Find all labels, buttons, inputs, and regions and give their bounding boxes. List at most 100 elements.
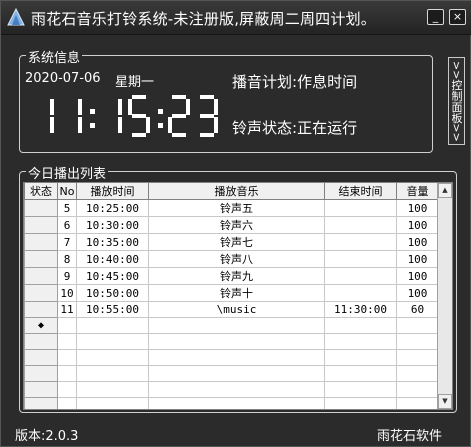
cell-end-time xyxy=(324,365,397,382)
table-row[interactable] xyxy=(24,397,439,409)
table-row[interactable]: 9 10:45:00 铃声九 100 xyxy=(24,267,439,285)
clock-segment xyxy=(214,117,218,133)
control-panel-button[interactable]: >>控制面板>> xyxy=(448,57,465,145)
col-header-no[interactable]: No xyxy=(57,183,77,200)
system-info-group: 系统信息 2020-07-06 星期一 播音计划:作息时间 铃声状态:正在运行 xyxy=(19,47,433,153)
cell-volume xyxy=(396,365,439,382)
cell-state xyxy=(24,365,58,382)
col-header-end-time[interactable]: 结束时间 xyxy=(324,183,397,200)
clock-segment xyxy=(186,99,190,115)
cell-volume: 100 xyxy=(396,267,439,285)
cell-no xyxy=(57,317,77,334)
cell-end-time xyxy=(324,381,397,398)
cell-play-time: 10:25:00 xyxy=(76,199,149,217)
table-row[interactable]: 5 10:25:00 铃声五 100 xyxy=(24,199,439,217)
cell-music xyxy=(148,333,325,350)
cell-play-time: 10:55:00 xyxy=(76,301,149,318)
col-header-state[interactable]: 状态 xyxy=(24,183,58,200)
table-row[interactable]: 6 10:30:00 铃声六 100 xyxy=(24,216,439,234)
close-button[interactable]: × xyxy=(449,9,466,25)
col-header-volume[interactable]: 音量 xyxy=(396,183,439,200)
clock-segment xyxy=(118,99,122,115)
playlist-group: 今日播出列表 状态 No 播放时间 播放音乐 结束时间 音量 5 10:25:0… xyxy=(19,163,457,413)
cell-play-time xyxy=(76,365,149,382)
playlist-title: 今日播出列表 xyxy=(26,163,109,182)
vendor-label: 雨花石软件 xyxy=(377,429,443,444)
bell-status-label: 铃声状态: xyxy=(232,119,298,137)
cell-play-time: 10:40:00 xyxy=(76,250,149,268)
window-title: 雨花石音乐打铃系统-未注册版,屏蔽周二周四计划。 xyxy=(31,10,376,28)
table-row[interactable]: 11 10:55:00 \music 11:30:00 60 xyxy=(24,301,439,318)
clock-colon-dot xyxy=(158,109,163,114)
clock-segment xyxy=(128,99,132,115)
table-row[interactable] xyxy=(24,333,439,350)
clock-segment xyxy=(168,117,172,133)
cell-play-time: 10:30:00 xyxy=(76,216,149,234)
cell-music: 铃声八 xyxy=(148,250,325,268)
cell-end-time xyxy=(324,317,397,334)
cell-end-time xyxy=(324,216,397,234)
cell-music xyxy=(148,397,325,409)
cell-state xyxy=(24,397,58,409)
cell-volume xyxy=(396,349,439,366)
cell-volume: 100 xyxy=(396,199,439,217)
cell-state xyxy=(24,349,58,366)
cell-music: 铃声十 xyxy=(148,284,325,302)
clock-segment xyxy=(132,114,146,118)
cell-volume: 100 xyxy=(396,250,439,268)
clock-segment xyxy=(200,95,214,99)
playlist-table: 状态 No 播放时间 播放音乐 结束时间 音量 5 10:25:00 铃声五 100 6… xyxy=(24,183,439,409)
cell-state xyxy=(24,216,58,234)
cell-no xyxy=(57,365,77,382)
vertical-scrollbar[interactable]: ▲ ▼ xyxy=(437,183,452,409)
minimize-button[interactable]: _ xyxy=(427,9,444,25)
col-header-music[interactable]: 播放音乐 xyxy=(148,183,325,200)
cell-end-time xyxy=(324,397,397,409)
cell-state xyxy=(24,301,58,318)
cell-state xyxy=(24,333,58,350)
clock-segment xyxy=(50,99,54,115)
cell-volume: 100 xyxy=(396,284,439,302)
table-header-row: 状态 No 播放时间 播放音乐 结束时间 音量 xyxy=(24,183,439,200)
cell-play-time xyxy=(76,349,149,366)
cell-music: 铃声五 xyxy=(148,199,325,217)
clock-segment xyxy=(214,99,218,115)
clock-segment xyxy=(146,117,150,133)
table-row[interactable]: ◆ xyxy=(24,317,439,334)
table-row[interactable]: 10 10:50:00 铃声十 100 xyxy=(24,284,439,302)
bell-status-value: 正在运行 xyxy=(297,119,358,137)
cell-no xyxy=(57,381,77,398)
clock-segment xyxy=(118,117,122,133)
clock-segment xyxy=(78,99,82,115)
cell-music: 铃声九 xyxy=(148,267,325,285)
cell-end-time xyxy=(324,349,397,366)
table-row[interactable]: 7 10:35:00 铃声七 100 xyxy=(24,233,439,251)
title-bar[interactable]: 雨花石音乐打铃系统-未注册版,屏蔽周二周四计划。 _ × xyxy=(1,1,471,35)
cell-end-time xyxy=(324,333,397,350)
arrow-down-icon[interactable]: ▼ xyxy=(438,394,452,409)
cell-state xyxy=(24,381,58,398)
cell-no: 6 xyxy=(57,216,77,234)
cell-state xyxy=(24,284,58,302)
cell-state: ◆ xyxy=(24,317,58,334)
cell-volume xyxy=(396,381,439,398)
table-row[interactable] xyxy=(24,365,439,382)
table-row[interactable] xyxy=(24,381,439,398)
clock-colon-dot xyxy=(158,123,163,128)
cell-no: 5 xyxy=(57,199,77,217)
playlist-grid[interactable]: 状态 No 播放时间 播放音乐 结束时间 音量 5 10:25:00 铃声五 100 6… xyxy=(23,182,453,410)
cell-volume: 100 xyxy=(396,216,439,234)
clock-segment xyxy=(172,95,186,99)
current-date: 2020-07-06 xyxy=(25,71,101,86)
cell-play-time xyxy=(76,397,149,409)
cell-music: 铃声七 xyxy=(148,233,325,251)
arrow-up-icon[interactable]: ▲ xyxy=(438,183,452,198)
clock-colon-dot xyxy=(90,109,95,114)
table-row[interactable] xyxy=(24,349,439,366)
col-header-play-time[interactable]: 播放时间 xyxy=(76,183,149,200)
cell-state xyxy=(24,267,58,285)
clock-segment xyxy=(132,133,146,137)
table-row[interactable]: 8 10:40:00 铃声八 100 xyxy=(24,250,439,268)
cell-volume: 100 xyxy=(396,233,439,251)
cell-state xyxy=(24,199,58,217)
